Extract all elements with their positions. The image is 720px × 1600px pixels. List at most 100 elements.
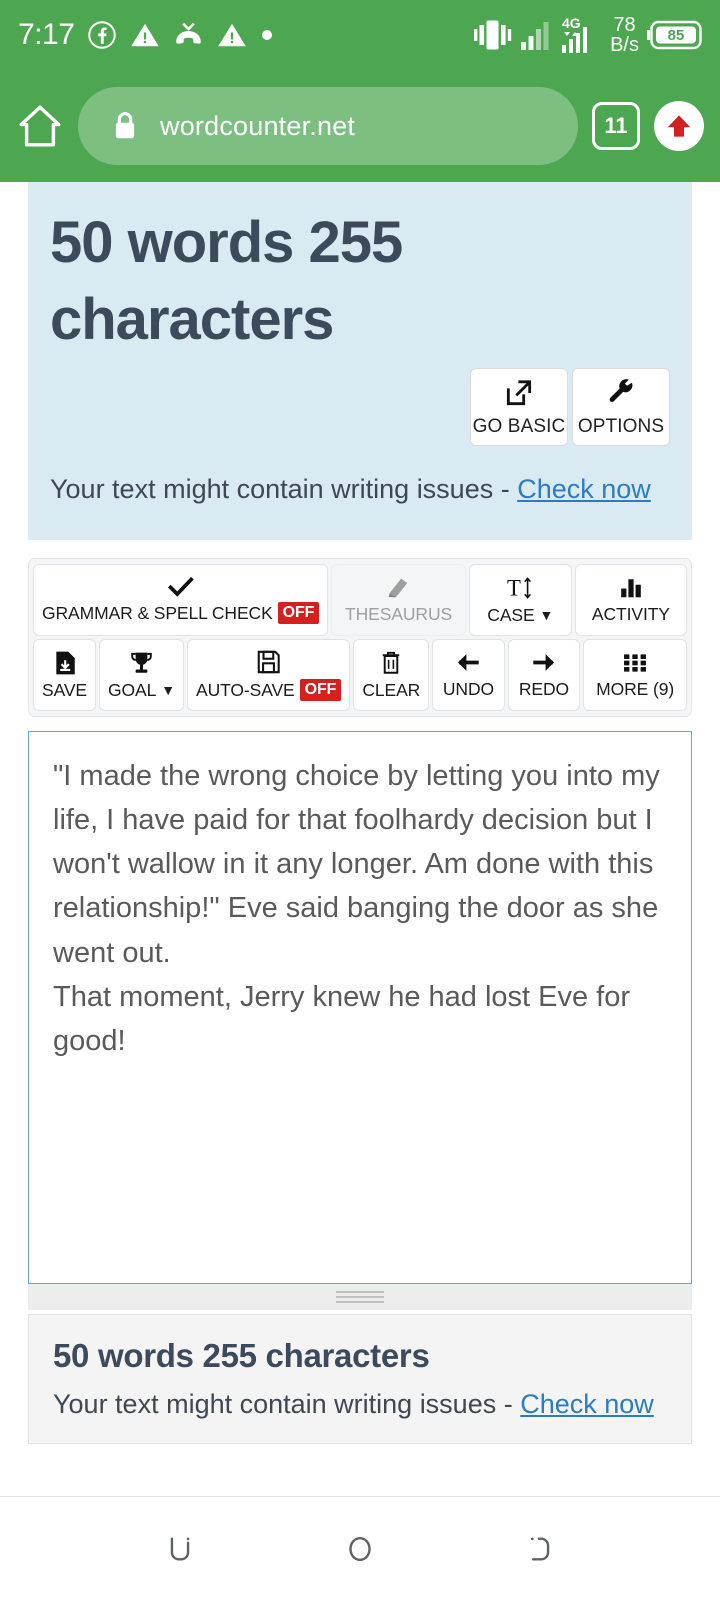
bar-chart-icon	[621, 578, 641, 597]
goal-label: GOAL ▼	[108, 680, 175, 701]
external-link-icon	[506, 380, 532, 405]
case-button[interactable]: T CASE ▼	[468, 564, 572, 637]
file-download-icon	[55, 651, 75, 675]
undo-button[interactable]: UNDO	[432, 639, 505, 712]
options-button[interactable]: OPTIONS	[572, 368, 670, 447]
go-basic-label: GO BASIC	[472, 415, 566, 437]
book-icon	[388, 578, 408, 598]
missed-call-icon	[176, 22, 202, 44]
grammar-spell-check-label: GRAMMAR & SPELL CHECK OFF	[42, 602, 320, 625]
warning-triangle-icon	[218, 23, 247, 47]
status-bar-left: 7:17	[18, 18, 473, 52]
svg-text:4G: 4G	[562, 15, 581, 31]
toolbar-row-1: GRAMMAR & SPELL CHECK OFF THESAURUS T CA…	[33, 564, 687, 637]
more-button[interactable]: MORE (9)	[583, 639, 687, 712]
address-bar[interactable]: wordcounter.net	[78, 87, 578, 165]
warning-triangle-icon	[131, 23, 160, 47]
writing-issues-text: Your text might contain writing issues -	[50, 474, 518, 505]
writing-issues-notice: Your text might contain writing issues -…	[50, 470, 670, 510]
battery-icon: 85	[647, 20, 702, 50]
recents-button[interactable]	[145, 1514, 215, 1584]
upload-icon	[667, 115, 691, 137]
dot-icon	[262, 30, 273, 40]
grammar-label-text: GRAMMAR & SPELL CHECK	[42, 602, 273, 623]
redo-button[interactable]: REDO	[507, 639, 581, 712]
arrow-left-icon	[458, 654, 480, 672]
trophy-icon	[131, 652, 152, 673]
browser-toolbar: wordcounter.net 11	[0, 70, 720, 182]
activity-button[interactable]: ACTIVITY	[574, 564, 687, 637]
trash-icon	[383, 651, 400, 674]
editor-toolbar: GRAMMAR & SPELL CHECK OFF THESAURUS T CA…	[28, 558, 692, 718]
arrow-right-icon	[533, 654, 554, 672]
url-text: wordcounter.net	[160, 110, 356, 141]
tab-count-button[interactable]: 11	[592, 102, 640, 150]
save-button[interactable]: SAVE	[33, 639, 96, 712]
resize-grip-icon	[336, 1288, 384, 1306]
vibrate-icon	[474, 20, 512, 50]
save-label: SAVE	[42, 679, 87, 700]
recents-icon	[170, 1536, 190, 1561]
auto-save-label-text: AUTO-SAVE	[196, 679, 295, 700]
floppy-disk-icon	[257, 650, 280, 674]
goal-button[interactable]: GOAL ▼	[99, 639, 184, 712]
text-height-icon: T	[507, 575, 532, 600]
status-bar: 7:17 4G 78 B/s 85	[0, 0, 720, 70]
grammar-spell-check-button[interactable]: GRAMMAR & SPELL CHECK OFF	[33, 564, 329, 637]
redo-label: REDO	[518, 679, 570, 700]
grid-dots-icon	[624, 654, 647, 672]
page-content: 50 words 255 characters GO BASIC OPTIONS…	[0, 182, 720, 1496]
upload-button[interactable]	[654, 101, 704, 151]
network-speed: 78 B/s	[610, 13, 639, 56]
back-button[interactable]	[505, 1514, 575, 1584]
svg-text:85: 85	[668, 27, 685, 44]
editor-resize-handle[interactable]	[28, 1284, 692, 1311]
lock-icon	[115, 112, 135, 139]
goal-label-text: GOAL	[108, 679, 157, 700]
footer-issues-text: Your text might contain writing issues -	[53, 1389, 521, 1420]
toolbar-row-2: SAVE GOAL ▼ AUTO-SAVE OFF CLEAR UNDO RED…	[33, 639, 687, 712]
case-label: CASE ▼	[487, 605, 553, 626]
check-now-link[interactable]: Check now	[517, 474, 651, 504]
svg-text:T: T	[507, 575, 521, 600]
check-icon	[167, 576, 194, 597]
auto-save-label: AUTO-SAVE OFF	[196, 679, 342, 702]
home-icon[interactable]	[16, 102, 64, 150]
footer-stats-card: 50 words 255 characters Your text might …	[28, 1314, 692, 1444]
wrench-icon	[609, 378, 633, 402]
android-nav-bar	[0, 1496, 720, 1600]
go-basic-button[interactable]: GO BASIC	[470, 368, 568, 447]
footer-count: 50 words 255 characters	[53, 1337, 430, 1375]
text-editor[interactable]: "I made the wrong choice by letting you …	[28, 731, 692, 1285]
chevron-down-icon: ▼	[539, 607, 554, 624]
home-button[interactable]	[325, 1514, 395, 1584]
auto-save-button[interactable]: AUTO-SAVE OFF	[187, 639, 351, 712]
clear-label: CLEAR	[362, 679, 421, 700]
footer-writing-issues-notice: Your text might contain writing issues -…	[53, 1385, 667, 1424]
undo-label: UNDO	[442, 679, 495, 700]
page-title: 50 words 255 characters	[50, 210, 403, 353]
footer-check-now-link[interactable]: Check now	[520, 1389, 654, 1419]
editor-wrapper: "I made the wrong choice by letting you …	[28, 731, 692, 1285]
thesaurus-button[interactable]: THESAURUS	[331, 564, 466, 637]
network-speed-unit: B/s	[610, 34, 639, 56]
header-buttons: GO BASIC OPTIONS	[50, 368, 670, 447]
status-bar-right: 4G 78 B/s 85	[473, 13, 702, 56]
facebook-icon	[88, 21, 117, 49]
network-4g-icon: 4G	[562, 15, 588, 53]
more-label: MORE (9)	[596, 678, 675, 699]
network-speed-value: 78	[613, 13, 636, 36]
clear-button[interactable]: CLEAR	[353, 639, 430, 712]
header-card: 50 words 255 characters GO BASIC OPTIONS…	[28, 182, 692, 541]
back-icon	[530, 1536, 550, 1561]
status-clock: 7:17	[18, 18, 75, 51]
chevron-down-icon: ▼	[161, 682, 175, 699]
grammar-status-badge: OFF	[277, 602, 320, 625]
thesaurus-label: THESAURUS	[345, 603, 453, 624]
activity-label: ACTIVITY	[591, 603, 670, 624]
tab-count-label: 11	[604, 113, 628, 138]
options-label: OPTIONS	[577, 415, 665, 437]
signal-bars-icon	[521, 22, 549, 50]
home-circle-icon	[349, 1536, 371, 1561]
case-label-text: CASE	[487, 604, 535, 625]
